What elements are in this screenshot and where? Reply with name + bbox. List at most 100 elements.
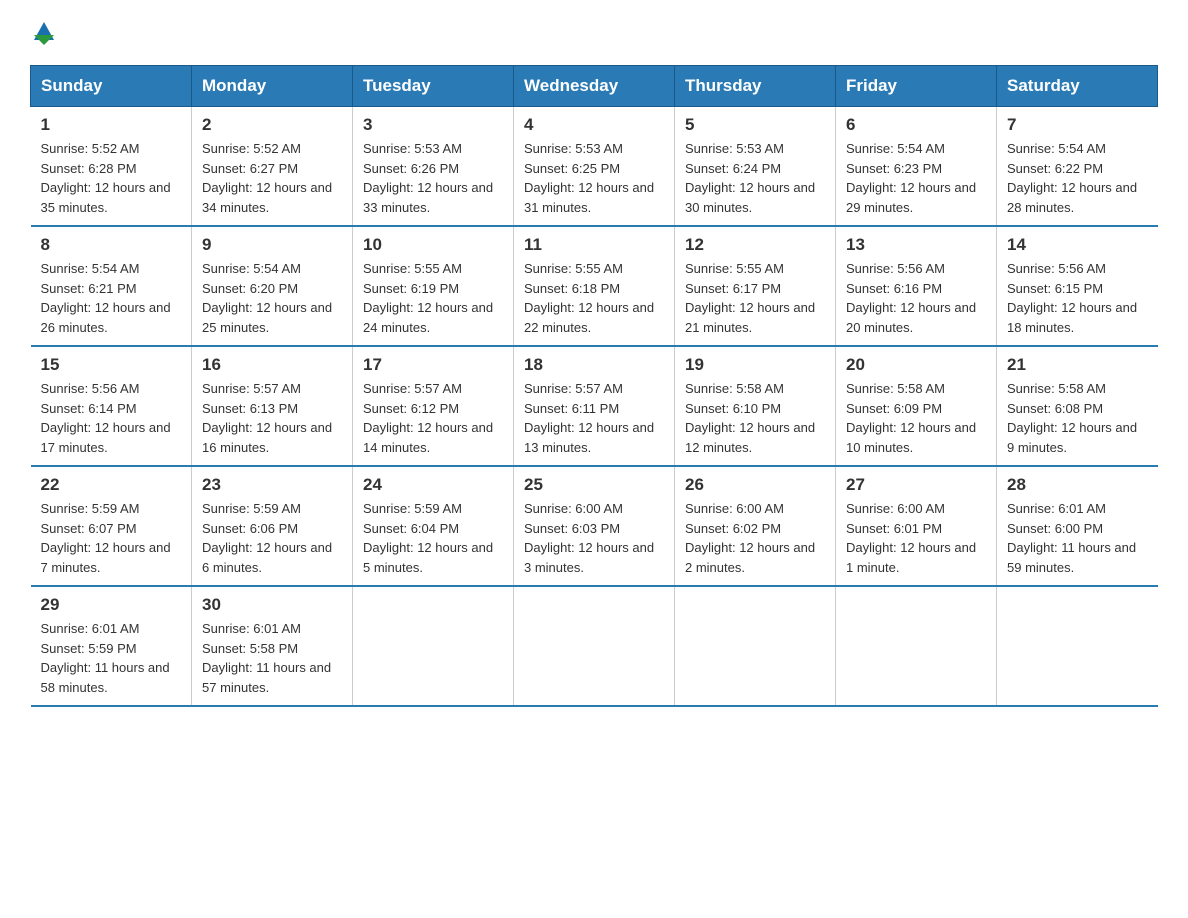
calendar-cell: 11 Sunrise: 5:55 AMSunset: 6:18 PMDaylig… [514, 226, 675, 346]
calendar-cell [836, 586, 997, 706]
day-info: Sunrise: 5:53 AMSunset: 6:26 PMDaylight:… [363, 139, 503, 217]
day-number: 14 [1007, 235, 1148, 255]
calendar-cell: 2 Sunrise: 5:52 AMSunset: 6:27 PMDayligh… [192, 107, 353, 227]
day-number: 11 [524, 235, 664, 255]
calendar-cell: 24 Sunrise: 5:59 AMSunset: 6:04 PMDaylig… [353, 466, 514, 586]
weekday-header-sunday: Sunday [31, 66, 192, 107]
calendar-cell: 26 Sunrise: 6:00 AMSunset: 6:02 PMDaylig… [675, 466, 836, 586]
day-info: Sunrise: 5:56 AMSunset: 6:16 PMDaylight:… [846, 259, 986, 337]
day-number: 15 [41, 355, 182, 375]
day-number: 4 [524, 115, 664, 135]
day-number: 22 [41, 475, 182, 495]
weekday-header-monday: Monday [192, 66, 353, 107]
calendar-cell: 18 Sunrise: 5:57 AMSunset: 6:11 PMDaylig… [514, 346, 675, 466]
calendar-cell: 20 Sunrise: 5:58 AMSunset: 6:09 PMDaylig… [836, 346, 997, 466]
day-info: Sunrise: 5:56 AMSunset: 6:14 PMDaylight:… [41, 379, 182, 457]
calendar-cell: 12 Sunrise: 5:55 AMSunset: 6:17 PMDaylig… [675, 226, 836, 346]
day-info: Sunrise: 5:56 AMSunset: 6:15 PMDaylight:… [1007, 259, 1148, 337]
day-info: Sunrise: 5:58 AMSunset: 6:10 PMDaylight:… [685, 379, 825, 457]
calendar-cell: 6 Sunrise: 5:54 AMSunset: 6:23 PMDayligh… [836, 107, 997, 227]
day-number: 29 [41, 595, 182, 615]
day-info: Sunrise: 5:55 AMSunset: 6:17 PMDaylight:… [685, 259, 825, 337]
calendar-cell: 16 Sunrise: 5:57 AMSunset: 6:13 PMDaylig… [192, 346, 353, 466]
calendar-cell: 1 Sunrise: 5:52 AMSunset: 6:28 PMDayligh… [31, 107, 192, 227]
calendar-cell: 4 Sunrise: 5:53 AMSunset: 6:25 PMDayligh… [514, 107, 675, 227]
calendar-table: SundayMondayTuesdayWednesdayThursdayFrid… [30, 65, 1158, 707]
day-info: Sunrise: 6:01 AMSunset: 6:00 PMDaylight:… [1007, 499, 1148, 577]
calendar-cell [514, 586, 675, 706]
day-number: 28 [1007, 475, 1148, 495]
day-number: 20 [846, 355, 986, 375]
calendar-cell: 25 Sunrise: 6:00 AMSunset: 6:03 PMDaylig… [514, 466, 675, 586]
calendar-cell [997, 586, 1158, 706]
day-number: 18 [524, 355, 664, 375]
day-info: Sunrise: 5:57 AMSunset: 6:11 PMDaylight:… [524, 379, 664, 457]
calendar-cell [353, 586, 514, 706]
day-info: Sunrise: 6:00 AMSunset: 6:01 PMDaylight:… [846, 499, 986, 577]
weekday-header-row: SundayMondayTuesdayWednesdayThursdayFrid… [31, 66, 1158, 107]
calendar-cell: 23 Sunrise: 5:59 AMSunset: 6:06 PMDaylig… [192, 466, 353, 586]
day-info: Sunrise: 5:59 AMSunset: 6:07 PMDaylight:… [41, 499, 182, 577]
calendar-cell: 17 Sunrise: 5:57 AMSunset: 6:12 PMDaylig… [353, 346, 514, 466]
calendar-cell [675, 586, 836, 706]
day-info: Sunrise: 5:54 AMSunset: 6:20 PMDaylight:… [202, 259, 342, 337]
day-info: Sunrise: 6:01 AMSunset: 5:58 PMDaylight:… [202, 619, 342, 697]
day-number: 3 [363, 115, 503, 135]
day-info: Sunrise: 5:59 AMSunset: 6:04 PMDaylight:… [363, 499, 503, 577]
day-info: Sunrise: 6:00 AMSunset: 6:02 PMDaylight:… [685, 499, 825, 577]
day-number: 25 [524, 475, 664, 495]
day-number: 16 [202, 355, 342, 375]
calendar-cell: 29 Sunrise: 6:01 AMSunset: 5:59 PMDaylig… [31, 586, 192, 706]
weekday-header-thursday: Thursday [675, 66, 836, 107]
day-info: Sunrise: 5:55 AMSunset: 6:19 PMDaylight:… [363, 259, 503, 337]
day-number: 17 [363, 355, 503, 375]
day-number: 10 [363, 235, 503, 255]
calendar-cell: 21 Sunrise: 5:58 AMSunset: 6:08 PMDaylig… [997, 346, 1158, 466]
weekday-header-tuesday: Tuesday [353, 66, 514, 107]
calendar-cell: 15 Sunrise: 5:56 AMSunset: 6:14 PMDaylig… [31, 346, 192, 466]
day-number: 1 [41, 115, 182, 135]
calendar-week-row: 29 Sunrise: 6:01 AMSunset: 5:59 PMDaylig… [31, 586, 1158, 706]
weekday-header-friday: Friday [836, 66, 997, 107]
day-number: 6 [846, 115, 986, 135]
calendar-cell: 22 Sunrise: 5:59 AMSunset: 6:07 PMDaylig… [31, 466, 192, 586]
day-info: Sunrise: 5:54 AMSunset: 6:22 PMDaylight:… [1007, 139, 1148, 217]
logo [30, 20, 54, 45]
calendar-cell: 14 Sunrise: 5:56 AMSunset: 6:15 PMDaylig… [997, 226, 1158, 346]
day-info: Sunrise: 5:57 AMSunset: 6:12 PMDaylight:… [363, 379, 503, 457]
day-info: Sunrise: 6:01 AMSunset: 5:59 PMDaylight:… [41, 619, 182, 697]
calendar-cell: 8 Sunrise: 5:54 AMSunset: 6:21 PMDayligh… [31, 226, 192, 346]
weekday-header-saturday: Saturday [997, 66, 1158, 107]
calendar-cell: 9 Sunrise: 5:54 AMSunset: 6:20 PMDayligh… [192, 226, 353, 346]
day-info: Sunrise: 5:52 AMSunset: 6:28 PMDaylight:… [41, 139, 182, 217]
day-number: 30 [202, 595, 342, 615]
calendar-cell: 30 Sunrise: 6:01 AMSunset: 5:58 PMDaylig… [192, 586, 353, 706]
day-number: 2 [202, 115, 342, 135]
day-info: Sunrise: 6:00 AMSunset: 6:03 PMDaylight:… [524, 499, 664, 577]
calendar-cell: 28 Sunrise: 6:01 AMSunset: 6:00 PMDaylig… [997, 466, 1158, 586]
calendar-week-row: 8 Sunrise: 5:54 AMSunset: 6:21 PMDayligh… [31, 226, 1158, 346]
day-number: 12 [685, 235, 825, 255]
calendar-cell: 3 Sunrise: 5:53 AMSunset: 6:26 PMDayligh… [353, 107, 514, 227]
calendar-cell: 27 Sunrise: 6:00 AMSunset: 6:01 PMDaylig… [836, 466, 997, 586]
day-info: Sunrise: 5:53 AMSunset: 6:25 PMDaylight:… [524, 139, 664, 217]
day-number: 13 [846, 235, 986, 255]
calendar-cell: 19 Sunrise: 5:58 AMSunset: 6:10 PMDaylig… [675, 346, 836, 466]
page-header [30, 20, 1158, 45]
day-info: Sunrise: 5:54 AMSunset: 6:21 PMDaylight:… [41, 259, 182, 337]
weekday-header-wednesday: Wednesday [514, 66, 675, 107]
day-info: Sunrise: 5:55 AMSunset: 6:18 PMDaylight:… [524, 259, 664, 337]
calendar-cell: 10 Sunrise: 5:55 AMSunset: 6:19 PMDaylig… [353, 226, 514, 346]
day-info: Sunrise: 5:53 AMSunset: 6:24 PMDaylight:… [685, 139, 825, 217]
day-number: 21 [1007, 355, 1148, 375]
day-info: Sunrise: 5:54 AMSunset: 6:23 PMDaylight:… [846, 139, 986, 217]
day-number: 19 [685, 355, 825, 375]
calendar-week-row: 15 Sunrise: 5:56 AMSunset: 6:14 PMDaylig… [31, 346, 1158, 466]
calendar-week-row: 1 Sunrise: 5:52 AMSunset: 6:28 PMDayligh… [31, 107, 1158, 227]
calendar-week-row: 22 Sunrise: 5:59 AMSunset: 6:07 PMDaylig… [31, 466, 1158, 586]
day-info: Sunrise: 5:58 AMSunset: 6:09 PMDaylight:… [846, 379, 986, 457]
day-number: 9 [202, 235, 342, 255]
day-number: 24 [363, 475, 503, 495]
calendar-cell: 13 Sunrise: 5:56 AMSunset: 6:16 PMDaylig… [836, 226, 997, 346]
day-number: 23 [202, 475, 342, 495]
